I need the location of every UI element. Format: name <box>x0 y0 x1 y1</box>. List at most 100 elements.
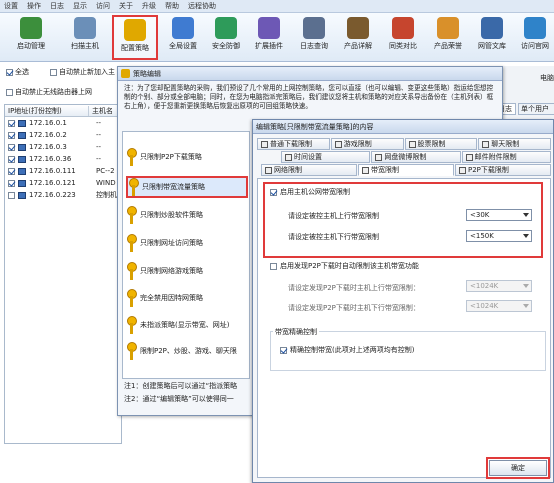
bw-enable-checkbox[interactable] <box>270 188 277 196</box>
precise-row[interactable]: 精确控制带宽(此项对上述两项均有控制) <box>280 345 414 355</box>
key-icon <box>126 147 137 167</box>
policy-label: 完全禁用因特网策略 <box>140 294 203 302</box>
tab[interactable]: 网盘微博限制 <box>371 151 461 163</box>
tab[interactable]: 股票限制 <box>404 138 478 150</box>
auto-forbid-wifi-option[interactable]: 自动禁止无线路由器上网 <box>6 87 92 97</box>
tab[interactable]: 游戏限制 <box>330 138 404 150</box>
toolbar-button-9[interactable]: 同类对比 <box>380 15 426 60</box>
host-row[interactable]: 172.16.0.223 控制机 <box>5 189 121 201</box>
host-row[interactable]: 172.16.0.1 -- <box>5 117 121 129</box>
toolbar-button-5[interactable]: 安全防御 <box>203 15 249 60</box>
bandwidth-panel: 启用主机公网带宽限制 请设定被控主机上行带宽限制 <30K 请设定被控主机下行带… <box>257 178 551 478</box>
select-all-option[interactable]: 全选 <box>6 67 29 77</box>
tab[interactable]: 邮件附件限制 <box>461 151 551 163</box>
menu-item[interactable]: 操作 <box>27 1 41 11</box>
policy-item[interactable]: 只限制网络游戏策略 <box>126 260 248 282</box>
tab[interactable]: 网络限制 <box>261 164 357 176</box>
tab-icon <box>362 166 369 174</box>
p2p-up-select[interactable]: <1024K <box>466 280 532 292</box>
menu-item[interactable]: 关于 <box>119 1 133 11</box>
tab[interactable]: 带宽限制 <box>358 164 454 176</box>
host-name: 控制机 <box>96 191 117 199</box>
policy-item[interactable]: 限制P2P、炒股、游戏、聊天限 <box>126 340 248 362</box>
policy-item[interactable]: 完全禁用因特网策略 <box>126 287 248 309</box>
auto-forbid-label: 自动禁止新加入主 <box>59 68 115 76</box>
host-checkbox[interactable] <box>8 155 15 163</box>
auto-forbid-wifi-checkbox[interactable] <box>6 88 13 96</box>
download-limit-value: <150K <box>470 232 494 240</box>
monitor-icon <box>18 119 26 127</box>
menu-item[interactable]: 显示 <box>73 1 87 11</box>
toolbar-button-4[interactable]: 全局设置 <box>160 15 206 60</box>
tab[interactable]: 时间设置 <box>281 151 371 163</box>
col-ip-header[interactable]: IP地址(打份控制) <box>5 105 89 116</box>
col-host-header[interactable]: 主机名 <box>89 106 113 116</box>
host-row[interactable]: 172.16.0.36 -- <box>5 153 121 165</box>
toolbar-button-10[interactable]: 产品荣誉 <box>425 15 471 60</box>
auto-forbid-option[interactable]: 自动禁止新加入主 <box>50 67 115 77</box>
menu-item[interactable]: 升级 <box>142 1 156 11</box>
host-row[interactable]: 172.16.0.121 WIND <box>5 177 121 189</box>
host-checkbox[interactable] <box>8 119 15 127</box>
p2p-down-select[interactable]: <1024K <box>466 300 532 312</box>
download-limit-select[interactable]: <150K <box>466 230 532 242</box>
monitor-icon <box>18 179 26 187</box>
host-checkbox[interactable] <box>8 143 15 151</box>
key-icon <box>126 233 137 253</box>
menu-item[interactable]: 设置 <box>4 1 18 11</box>
policy-label: 只限制网络游戏策略 <box>140 267 203 275</box>
precise-checkbox[interactable] <box>280 346 287 354</box>
policy-item[interactable]: 只限制网址访问策略 <box>126 232 248 254</box>
tab-label: 带宽限制 <box>371 166 399 174</box>
toolbar-button-7[interactable]: 日志查询 <box>291 15 337 60</box>
host-checkbox[interactable] <box>8 167 15 175</box>
p2p-enable-label: 启用发现P2P下载时自动限制该主机带宽功能 <box>280 262 419 270</box>
host-row[interactable]: 172.16.0.111 PC--2 <box>5 165 121 177</box>
toolbar-button-12[interactable]: 访问官网 <box>512 15 554 60</box>
tab[interactable]: 普通下载限制 <box>257 138 330 150</box>
auto-forbid-wifi-label: 自动禁止无线路由器上网 <box>15 88 92 96</box>
menu-item[interactable]: 帮助 <box>165 1 179 11</box>
bw-enable-row[interactable]: 启用主机公网带宽限制 <box>270 187 350 197</box>
home-icon <box>524 17 546 39</box>
auto-forbid-checkbox[interactable] <box>50 68 57 76</box>
host-checkbox[interactable] <box>8 191 15 199</box>
tab-icon <box>408 140 416 148</box>
precise-label: 精确控制带宽(此项对上述两项均有控制) <box>290 346 415 354</box>
policy-label: 只限制炒股软件策略 <box>140 211 203 219</box>
policy-item[interactable]: 只限制炒股软件策略 <box>126 204 248 226</box>
footer-note-1: 注1：创建策略后可以通过“指派策略 <box>124 382 238 390</box>
toolbar-button-6[interactable]: 扩展插件 <box>246 15 292 60</box>
policy-item[interactable]: 只限制带宽流量策略 <box>126 176 248 198</box>
toolbar-button-3[interactable]: 配置策略 <box>112 15 158 60</box>
monitor-icon <box>18 131 26 139</box>
p2p-up-value: <1024K <box>470 282 499 290</box>
key-icon <box>126 315 137 335</box>
toolbar-button-1[interactable]: 启动管理 <box>8 15 54 60</box>
toolbar-button-2[interactable]: 扫描主机 <box>62 15 108 60</box>
tab[interactable]: P2P下载限制 <box>455 164 551 176</box>
select-all-checkbox[interactable] <box>6 68 13 76</box>
toolbar-button-8[interactable]: 产品详解 <box>335 15 381 60</box>
upload-limit-select[interactable]: <30K <box>466 209 532 221</box>
toolbar-label: 启动管理 <box>17 42 45 50</box>
power-icon <box>20 17 42 39</box>
policy-item[interactable]: 只限制P2P下载策略 <box>126 146 248 168</box>
shield-icon <box>215 17 237 39</box>
p2p-enable-row[interactable]: 启用发现P2P下载时自动限制该主机带宽功能 <box>270 261 419 271</box>
menu-item[interactable]: 访问 <box>96 1 110 11</box>
host-row[interactable]: 172.16.0.2 -- <box>5 129 121 141</box>
policy-item[interactable]: 未指派策略(显示带宽、网址) <box>126 314 248 336</box>
ok-button[interactable]: 确定 <box>489 460 547 476</box>
p2p-enable-checkbox[interactable] <box>270 262 277 270</box>
menu-item[interactable]: 日志 <box>50 1 64 11</box>
tab[interactable]: 聊天限制 <box>478 138 551 150</box>
toolbar-button-11[interactable]: 网管文库 <box>469 15 515 60</box>
host-row[interactable]: 172.16.0.3 -- <box>5 141 121 153</box>
log-icon <box>303 17 325 39</box>
host-checkbox[interactable] <box>8 179 15 187</box>
tab-label: 网络限制 <box>274 166 302 174</box>
host-checkbox[interactable] <box>8 131 15 139</box>
menu-item[interactable]: 远程协助 <box>188 1 216 11</box>
policy-label: 未指派策略(显示带宽、网址) <box>140 321 230 329</box>
